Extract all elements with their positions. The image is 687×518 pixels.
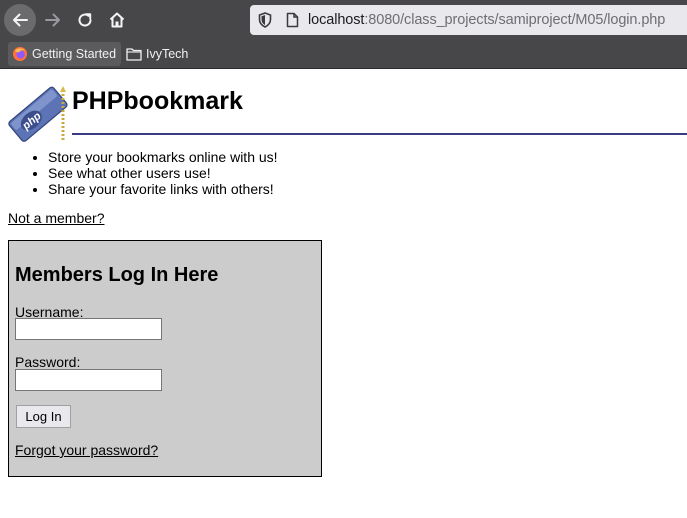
feature-list: Store your bookmarks online with us! See… — [0, 149, 278, 197]
tracking-protection-shield-icon[interactable] — [258, 12, 272, 28]
page-info-icon[interactable] — [286, 12, 299, 28]
password-field[interactable] — [15, 369, 162, 391]
back-button[interactable] — [4, 4, 36, 36]
site-title: PHPbookmark — [72, 87, 243, 115]
list-item: Share your favorite links with others! — [48, 181, 278, 197]
login-heading: Members Log In Here — [15, 264, 219, 286]
browser-toolbar: localhost:8080/class_projects/samiprojec… — [0, 0, 687, 69]
bookmark-label: Getting Started — [32, 47, 117, 61]
forward-button[interactable] — [37, 4, 69, 36]
title-divider — [72, 133, 687, 135]
bookmark-folder-ivytech[interactable]: IvyTech — [122, 42, 192, 66]
folder-icon — [126, 47, 142, 61]
bookmarks-toolbar: Getting Started IvyTech — [0, 40, 687, 68]
home-button[interactable] — [101, 4, 133, 36]
toolbar-divider — [0, 68, 687, 69]
reload-icon — [78, 13, 92, 27]
url-path: :8080/class_projects/samiproject/M05/log… — [364, 12, 666, 28]
arrow-right-icon — [45, 13, 60, 27]
url-text: localhost:8080/class_projects/samiprojec… — [308, 5, 665, 35]
username-field[interactable] — [15, 318, 162, 340]
bookmark-getting-started[interactable]: Getting Started — [8, 42, 122, 66]
register-link[interactable]: Not a member? — [8, 210, 104, 226]
firefox-icon — [12, 46, 28, 62]
login-form: Members Log In Here Username: Password: … — [8, 240, 322, 477]
address-bar[interactable]: localhost:8080/class_projects/samiprojec… — [250, 5, 687, 35]
login-button[interactable]: Log In — [16, 405, 71, 428]
reload-button[interactable] — [69, 4, 101, 36]
arrow-left-icon — [13, 13, 28, 27]
url-host: localhost — [308, 12, 365, 28]
php-bookmark-logo: php — [8, 86, 68, 142]
bookmark-label: IvyTech — [146, 47, 189, 61]
home-icon — [109, 12, 125, 28]
password-label: Password: — [15, 354, 81, 370]
list-item: Store your bookmarks online with us! — [48, 149, 278, 165]
forgot-password-link[interactable]: Forgot your password? — [15, 442, 158, 458]
list-item: See what other users use! — [48, 165, 278, 181]
